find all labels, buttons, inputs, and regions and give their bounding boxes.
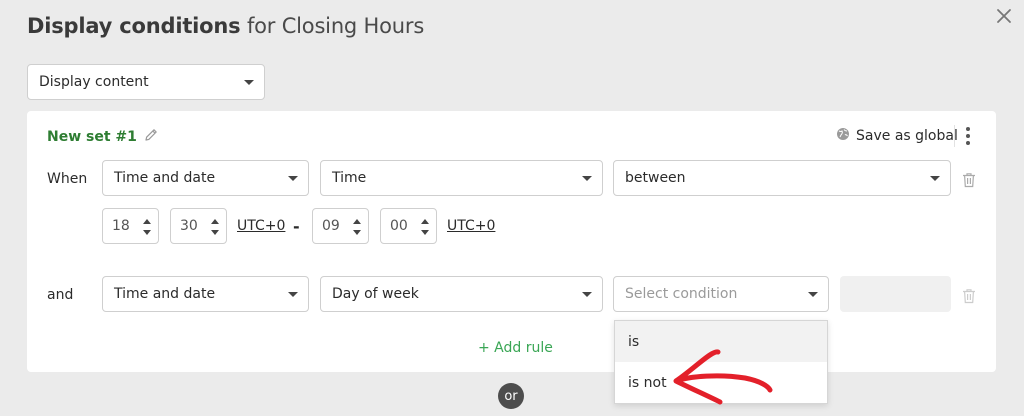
or-separator[interactable]: or <box>498 383 524 409</box>
rule-prefix-and: and <box>47 287 74 303</box>
rule1-type-select[interactable]: Time <box>320 160 603 196</box>
dialog-title: Display conditions for Closing Hours <box>27 14 425 38</box>
spinner-icon[interactable] <box>421 219 429 235</box>
from-minute-value: 30 <box>180 218 198 234</box>
rule2-type-value: Day of week <box>332 286 419 302</box>
from-timezone-link[interactable]: UTC+0 <box>237 218 285 234</box>
delete-rule1-icon[interactable] <box>962 172 976 188</box>
rule1-type-value: Time <box>332 170 367 186</box>
rule1-operator-value: between <box>625 170 686 186</box>
set-name[interactable]: New set #1 <box>47 127 159 147</box>
add-rule-button[interactable]: + Add rule <box>478 340 553 356</box>
chevron-down-icon <box>582 176 592 181</box>
condition-set-card: New set #1 Save as global When Time and … <box>27 111 996 372</box>
to-minute-value: 00 <box>390 218 408 234</box>
range-separator: - <box>293 217 300 236</box>
rule1-category-select[interactable]: Time and date <box>102 160 309 196</box>
divider <box>954 125 955 147</box>
display-mode-value: Display content <box>39 74 149 90</box>
save-as-global-button[interactable]: Save as global <box>836 127 958 145</box>
chevron-down-icon <box>808 292 818 297</box>
chevron-down-icon <box>582 292 592 297</box>
rule2-category-value: Time and date <box>114 286 216 302</box>
delete-rule2-icon[interactable] <box>962 288 976 304</box>
close-icon[interactable] <box>992 4 1016 28</box>
spinner-icon[interactable] <box>211 219 219 235</box>
spinner-icon[interactable] <box>353 219 361 235</box>
from-hour-stepper[interactable]: 18 <box>102 208 159 244</box>
rule2-category-select[interactable]: Time and date <box>102 276 309 312</box>
condition-option-is[interactable]: is <box>615 321 827 362</box>
chevron-down-icon <box>288 176 298 181</box>
to-minute-stepper[interactable]: 00 <box>380 208 437 244</box>
rule2-type-select[interactable]: Day of week <box>320 276 603 312</box>
to-hour-stepper[interactable]: 09 <box>312 208 369 244</box>
rule1-operator-select[interactable]: between <box>613 160 951 196</box>
set-name-label: New set #1 <box>47 129 137 145</box>
to-hour-value: 09 <box>322 218 340 234</box>
spinner-icon[interactable] <box>143 219 151 235</box>
rule2-value-field <box>840 276 951 312</box>
from-hour-value: 18 <box>112 218 130 234</box>
to-timezone-link[interactable]: UTC+0 <box>447 218 495 234</box>
globe-icon <box>836 127 850 145</box>
rule2-condition-placeholder: Select condition <box>625 286 738 302</box>
rule2-condition-select[interactable]: Select condition <box>613 276 829 312</box>
chevron-down-icon <box>244 80 254 85</box>
rule1-category-value: Time and date <box>114 170 216 186</box>
rule-prefix-when: When <box>47 171 88 187</box>
condition-option-is-not[interactable]: is not <box>615 362 827 403</box>
pencil-icon[interactable] <box>143 127 159 147</box>
save-as-global-label: Save as global <box>856 128 958 144</box>
chevron-down-icon <box>930 176 940 181</box>
display-mode-select[interactable]: Display content <box>27 64 265 100</box>
more-options-icon[interactable] <box>961 125 975 147</box>
chevron-down-icon <box>288 292 298 297</box>
from-minute-stepper[interactable]: 30 <box>170 208 227 244</box>
condition-dropdown-menu: is is not <box>614 320 828 404</box>
